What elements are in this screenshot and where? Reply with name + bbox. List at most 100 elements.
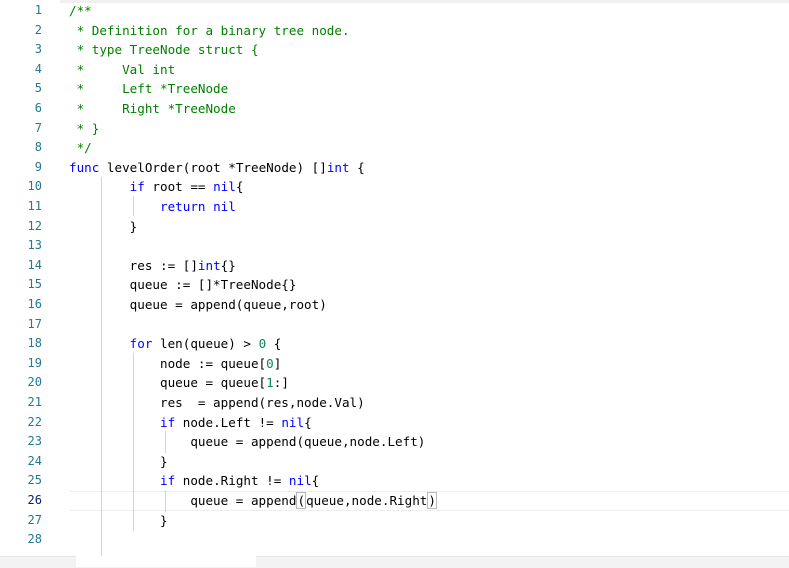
code-line[interactable]: 23 queue = append(queue,node.Left) [0, 432, 789, 452]
line-number: 10 [27, 179, 42, 194]
code-text: if node.Right != nil{ [69, 471, 319, 491]
keyword-token: for [129, 336, 153, 352]
code-token: queue = append [69, 493, 297, 508]
code-token: root == [144, 179, 214, 195]
line-number: 19 [27, 355, 42, 370]
keyword-token: int [197, 257, 221, 273]
line-number: 8 [34, 140, 42, 155]
keyword-token: return [160, 199, 206, 214]
code-text: res = append(res,node.Val) [69, 393, 365, 413]
code-line[interactable]: 2 * Definition for a binary tree node. [0, 21, 789, 41]
line-number: 24 [27, 453, 42, 468]
line-number: 28 [27, 532, 42, 547]
code-text: } [69, 511, 168, 531]
line-number: 1 [34, 3, 42, 17]
code-line[interactable]: 28 [0, 530, 789, 550]
comment-token: * Val int [69, 61, 176, 77]
code-token: len(queue) > [152, 336, 259, 352]
keyword-token: func [69, 159, 100, 175]
code-token: ] [273, 355, 282, 371]
code-line[interactable]: 17 [0, 315, 789, 335]
line-number: 23 [27, 434, 42, 449]
line-number: 3 [34, 42, 42, 57]
code-text: * Left *TreeNode [69, 79, 229, 99]
indent-guide [133, 353, 134, 531]
code-line[interactable]: 21 res = append(res,node.Val) [0, 393, 789, 413]
code-token: queue,node.Right [306, 493, 428, 508]
code-token: node.Left != [175, 414, 282, 430]
code-token: {} [220, 257, 236, 273]
code-token: { [349, 159, 365, 175]
code-line[interactable]: 24 } [0, 452, 789, 472]
code-text: return nil [69, 197, 236, 217]
number-token: 1 [266, 375, 274, 391]
keyword-token: nil [213, 179, 236, 195]
code-line[interactable]: 4 * Val int [0, 60, 789, 80]
code-line[interactable]: 26 queue = append(queue,node.Right) [0, 491, 789, 511]
keyword-token: nil [281, 414, 305, 430]
line-number: 16 [27, 297, 42, 311]
code-line[interactable]: 10 if root == nil{ [0, 177, 789, 197]
line-number: 13 [27, 238, 42, 253]
indent-guide [165, 490, 166, 512]
line-number: 4 [34, 61, 42, 76]
code-line[interactable]: 6 * Right *TreeNode [0, 99, 789, 119]
code-line[interactable]: 25 if node.Right != nil{ [0, 471, 789, 491]
keyword-token: if [160, 414, 176, 430]
indent-guide [133, 196, 134, 216]
code-text: * Right *TreeNode [69, 99, 236, 119]
code-line[interactable]: 16 queue = append(queue,root) [0, 295, 789, 315]
code-line[interactable]: 20 queue = queue[1:] [0, 373, 789, 393]
code-line[interactable]: 15 queue := []*TreeNode{} [0, 275, 789, 295]
code-line[interactable]: 22 if node.Left != nil{ [0, 413, 789, 433]
line-number: 5 [34, 81, 42, 96]
line-number: 27 [27, 512, 42, 527]
line-number: 14 [27, 257, 42, 272]
code-text: /** [69, 1, 92, 21]
number-token: 0 [266, 355, 274, 371]
code-token: res := [] [69, 257, 198, 273]
line-number: 12 [27, 218, 42, 233]
line-number: 9 [34, 159, 42, 174]
code-token: } [69, 512, 168, 528]
code-text: queue = append(queue,root) [69, 295, 327, 315]
code-line[interactable]: 18 for len(queue) > 0 { [0, 334, 789, 354]
code-token: levelOrder(root *TreeNode) [] [99, 159, 327, 175]
line-number: 26 [27, 493, 42, 507]
scrollbar-thumb[interactable] [76, 556, 256, 567]
code-line[interactable]: 1 /** [0, 1, 789, 21]
code-line[interactable]: 8 */ [0, 138, 789, 158]
code-line[interactable]: 13 [0, 236, 789, 256]
code-line[interactable]: 12 } [0, 217, 789, 237]
code-line[interactable]: 11 return nil [0, 197, 789, 217]
comment-token: * type TreeNode struct { [69, 42, 259, 58]
code-token: { [235, 179, 244, 195]
code-token: { [266, 336, 282, 352]
line-number: 25 [27, 473, 42, 488]
code-token: } [69, 218, 138, 234]
line-number: 7 [34, 120, 42, 135]
line-number: 15 [27, 277, 42, 292]
comment-token: */ [69, 140, 92, 156]
keyword-token: int [326, 159, 350, 175]
code-token: res = append(res,node.Val) [69, 395, 365, 410]
line-number: 6 [34, 101, 42, 115]
line-number: 17 [27, 316, 42, 331]
code-line[interactable]: 19 node := queue[0] [0, 354, 789, 374]
line-number: 11 [27, 199, 42, 213]
code-line[interactable]: 27 } [0, 511, 789, 531]
code-line[interactable]: 5 * Left *TreeNode [0, 79, 789, 99]
code-token: queue = queue[ [69, 375, 267, 391]
code-text: */ [69, 138, 92, 158]
comment-token: * Left *TreeNode [69, 81, 229, 97]
line-number: 20 [27, 375, 42, 390]
code-text: res := []int{} [69, 256, 236, 276]
code-line[interactable]: 14 res := []int{} [0, 256, 789, 276]
code-line[interactable]: 3 * type TreeNode struct { [0, 40, 789, 60]
code-line[interactable]: 7 * } [0, 119, 789, 139]
code-text: if root == nil{ [69, 177, 244, 197]
code-line[interactable]: 9 func levelOrder(root *TreeNode) []int { [0, 158, 789, 178]
